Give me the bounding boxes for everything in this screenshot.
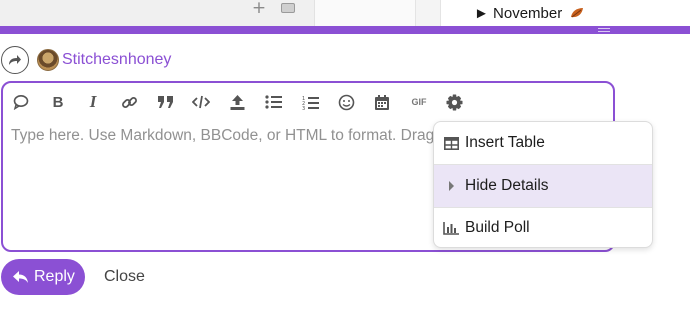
november-label: November: [493, 5, 563, 22]
numbered-list-icon[interactable]: 123: [300, 93, 320, 111]
reply-action-button[interactable]: [1, 46, 29, 74]
menu-item-insert-table[interactable]: Insert Table: [434, 122, 652, 164]
topic-post-footer: [0, 0, 315, 26]
menu-item-build-poll[interactable]: Build Poll: [434, 207, 652, 247]
reply-button[interactable]: Reply: [1, 259, 85, 295]
menu-item-hide-details[interactable]: Hide Details: [434, 165, 652, 207]
menu-item-label: Insert Table: [465, 134, 545, 151]
bold-icon[interactable]: B: [48, 93, 68, 111]
table-icon: [443, 135, 459, 151]
chart-bar-icon: [443, 220, 459, 236]
avatar[interactable]: [37, 49, 59, 71]
composer-resize-grippie[interactable]: [0, 26, 690, 34]
emoji-icon[interactable]: [336, 93, 356, 111]
code-icon[interactable]: [191, 93, 211, 111]
menu-item-label: Build Poll: [465, 219, 530, 236]
bullet-list-icon[interactable]: [263, 93, 283, 111]
gif-icon[interactable]: GIF: [407, 93, 431, 111]
reply-username[interactable]: Stitchesnhoney: [62, 51, 171, 69]
reply-arrow-icon: [13, 271, 28, 283]
reply-to-row: Stitchesnhoney: [1, 45, 171, 75]
caret-right-icon: [443, 178, 459, 194]
chat-bubble-icon[interactable]: [11, 93, 31, 111]
menu-item-label: Hide Details: [465, 177, 549, 194]
gear-icon[interactable]: [444, 93, 464, 111]
svg-text:3: 3: [302, 106, 305, 110]
keyboard-icon[interactable]: [281, 3, 295, 13]
toolbar-options-menu: Insert Table Hide Details Build Poll: [433, 121, 653, 248]
timeline-scrollbar[interactable]: [415, 0, 441, 26]
grippie-handle-icon[interactable]: [598, 28, 610, 32]
sidebar-link-november[interactable]: ► November: [474, 5, 584, 22]
triangle-right-icon: ►: [474, 5, 489, 22]
share-arrow-icon: [9, 55, 21, 65]
leaf-icon: [571, 8, 584, 18]
calendar-icon[interactable]: [372, 93, 392, 111]
close-button[interactable]: Close: [104, 268, 145, 286]
reply-button-label: Reply: [34, 268, 75, 285]
editor-toolbar: B I 123 GIF: [3, 83, 613, 121]
upload-icon[interactable]: [227, 93, 247, 111]
italic-icon[interactable]: I: [83, 92, 103, 111]
quote-icon[interactable]: [155, 93, 175, 111]
composer-screen: + ► November Stitchesnhoney B I 1 2 3 GI…: [0, 0, 690, 311]
link-icon[interactable]: [119, 93, 139, 111]
plus-icon[interactable]: +: [251, 0, 267, 17]
gif-label: GIF: [411, 97, 427, 107]
